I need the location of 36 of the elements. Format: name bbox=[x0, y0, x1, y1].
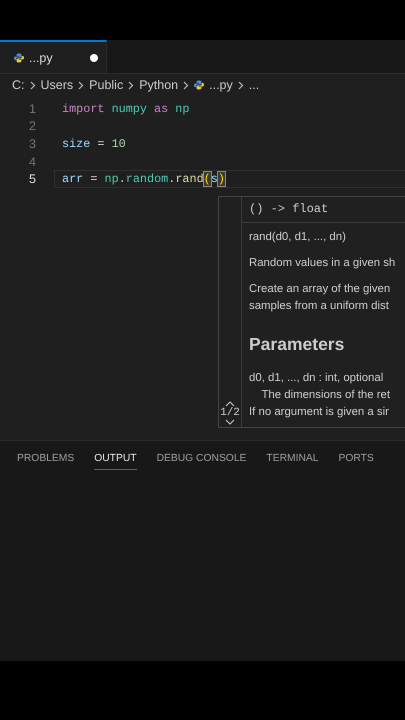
editor-tab[interactable]: ...py bbox=[0, 40, 107, 73]
breadcrumb-item[interactable]: Users bbox=[40, 78, 74, 92]
line-number: 5 bbox=[28, 171, 36, 188]
chevron-right-icon bbox=[30, 80, 36, 90]
code-line: arr = np.random.rand(s) bbox=[62, 172, 225, 186]
line-number: 1 bbox=[28, 100, 36, 118]
python-icon bbox=[14, 52, 24, 62]
breadcrumb-item[interactable]: ...py bbox=[209, 78, 233, 92]
breadcrumb-item[interactable]: C: bbox=[12, 78, 24, 92]
signature-text: () -> float bbox=[242, 197, 405, 223]
line-number: 2 bbox=[28, 118, 36, 136]
chevron-right-icon bbox=[78, 80, 84, 90]
doc-text: Create an array of the given samples from a uniform dist bbox=[249, 282, 392, 314]
chevron-right-icon bbox=[238, 80, 244, 90]
tab-label: ...py bbox=[29, 50, 54, 64]
line-number: 3 bbox=[28, 136, 36, 153]
panel-tab[interactable]: PROBLEMS bbox=[17, 451, 74, 470]
breadcrumb-item[interactable]: Python bbox=[139, 78, 178, 92]
overload-counter: 1/2 bbox=[220, 407, 240, 419]
line-number: 4 bbox=[28, 154, 36, 170]
panel-tab[interactable]: PORTS bbox=[338, 451, 374, 470]
doc-text: rand(d0, d1, ..., dn) bbox=[249, 230, 347, 245]
panel-tab[interactable]: TERMINAL bbox=[266, 451, 318, 470]
breadcrumb-item[interactable]: ... bbox=[248, 78, 260, 92]
chevron-down-icon[interactable] bbox=[225, 419, 235, 425]
panel-tab[interactable]: OUTPUT bbox=[94, 451, 137, 470]
chevron-right-icon bbox=[183, 80, 190, 90]
doc-heading: Parameters bbox=[249, 334, 346, 355]
code-line: size = 10 bbox=[62, 136, 126, 151]
doc-text: d0, d1, ..., dn : int, optional The dimensions of the ret If no argument is given a sir bbox=[249, 371, 391, 420]
chevron-right-icon bbox=[128, 80, 134, 90]
panel-tab[interactable]: DEBUG CONSOLE bbox=[156, 451, 246, 470]
doc-text: Random values in a given sh bbox=[249, 256, 396, 271]
chevron-up-icon[interactable] bbox=[225, 401, 235, 407]
breadcrumb-item[interactable]: Public bbox=[89, 78, 124, 92]
code-line: import numpy as np bbox=[62, 102, 190, 116]
